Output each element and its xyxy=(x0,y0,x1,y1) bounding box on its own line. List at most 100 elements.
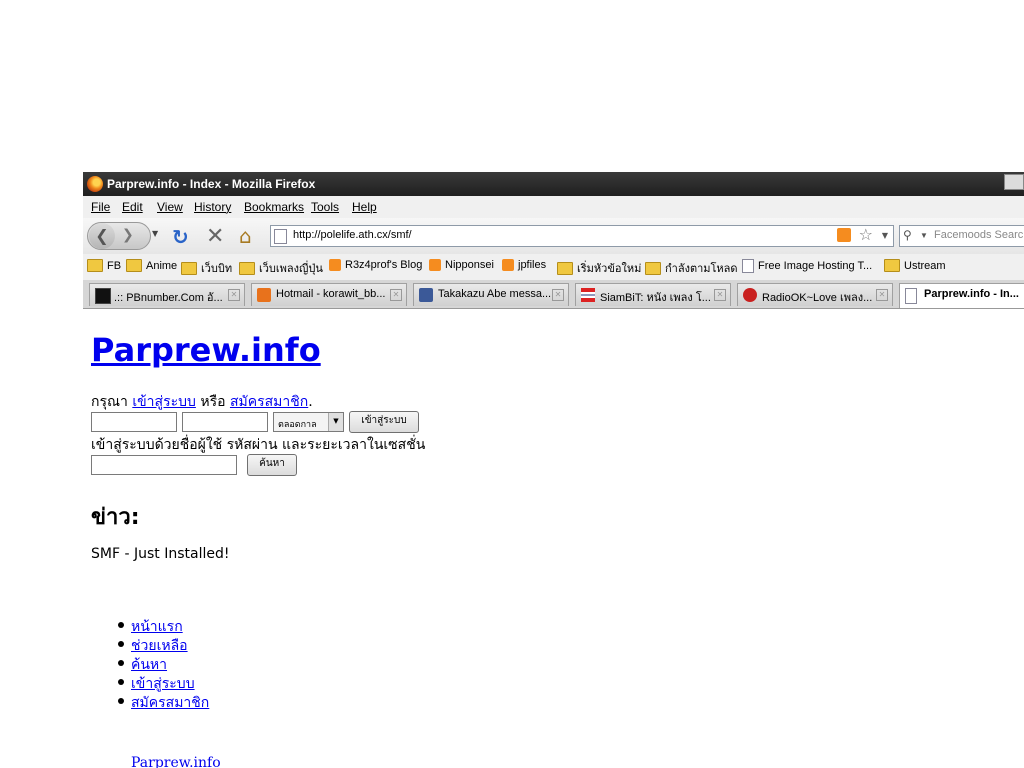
menu-view[interactable]: View xyxy=(157,200,183,214)
pbnumber-favicon-icon xyxy=(95,288,111,304)
tab-hotmail[interactable]: Hotmail - korawit_bb... ✕ xyxy=(251,283,407,306)
forward-arrow-icon[interactable]: ❯ xyxy=(122,227,134,243)
nav-register-link[interactable]: สมัครสมาชิก xyxy=(131,695,209,711)
nav-login-link[interactable]: เข้าสู่ระบบ xyxy=(131,676,195,692)
close-tab-icon[interactable]: ✕ xyxy=(714,289,726,301)
menu-tools[interactable]: Tools xyxy=(311,200,339,214)
back-arrow-icon[interactable]: ❮ xyxy=(89,223,115,249)
login-link[interactable]: เข้าสู่ระบบ xyxy=(132,394,196,410)
prompt-period: . xyxy=(308,394,313,410)
nav-search-link[interactable]: ค้นหา xyxy=(131,657,167,673)
news-heading: ข่าว: xyxy=(91,505,140,530)
radiook-favicon-icon xyxy=(743,288,757,302)
list-item: สมัครสมาชิก xyxy=(117,692,209,711)
bookmark-label: Ustream xyxy=(904,259,946,272)
window-title: Parprew.info - Index - Mozilla Firefox xyxy=(107,177,316,191)
list-item: ค้นหา xyxy=(117,654,209,673)
bookmarks-toolbar: FB Anime เว็บบิท เว็บเพลงญี่ปุ่น R3z4pro… xyxy=(83,254,1024,281)
tab-siambit[interactable]: SiamBiT: หนัง เพลง โ... ✕ xyxy=(575,283,731,306)
folder-icon xyxy=(557,261,573,275)
menu-edit[interactable]: Edit xyxy=(122,200,143,214)
hotmail-favicon-icon xyxy=(257,288,271,302)
bookmark-item[interactable]: R3z4prof's Blog xyxy=(329,259,422,271)
close-tab-icon[interactable]: ✕ xyxy=(876,289,888,301)
close-tab-icon[interactable]: ✕ xyxy=(228,289,240,301)
list-item: ช่วยเหลือ xyxy=(117,635,209,654)
bookmark-item[interactable]: เว็บบิท xyxy=(181,259,232,277)
history-dropdown-icon[interactable]: ▼ xyxy=(152,229,158,238)
bookmark-label: R3z4prof's Blog xyxy=(345,259,423,271)
thai-flag-favicon-icon xyxy=(581,288,595,302)
bookmark-label: jpfiles xyxy=(518,259,547,271)
bookmark-label: FB xyxy=(107,259,122,272)
bookmark-item[interactable]: FB xyxy=(87,259,121,272)
site-title-link[interactable]: Parprew.info xyxy=(91,331,321,369)
tab-facebook[interactable]: Takakazu Abe messa... ✕ xyxy=(413,283,569,306)
password-input[interactable] xyxy=(182,412,268,432)
close-tab-icon[interactable]: ✕ xyxy=(552,289,564,301)
page-content: Parprew.info กรุณา เข้าสู่ระบบ หรือ สมัค… xyxy=(83,309,1024,768)
search-input[interactable] xyxy=(91,455,237,475)
search-bar[interactable]: ⚲ ▼ Facemoods Search xyxy=(899,225,1024,247)
bookmark-item[interactable]: jpfiles xyxy=(502,259,546,271)
tab-pbnumber[interactable]: .:: PBnumber.Com อั... ✕ xyxy=(89,283,245,306)
bookmark-label: เว็บบิท xyxy=(201,263,233,275)
url-bar[interactable]: http://polelife.ath.cx/smf/ ☆ ▼ xyxy=(270,225,894,247)
nav-home-link[interactable]: หน้าแรก xyxy=(131,619,183,635)
search-button[interactable]: ค้นหา xyxy=(247,454,297,476)
close-tab-icon[interactable]: ✕ xyxy=(390,289,402,301)
session-length-select[interactable]: ตลอดกาล ▼ xyxy=(273,412,344,432)
rss-feed-icon[interactable] xyxy=(837,228,851,242)
firefox-window: Parprew.info - Index - Mozilla Firefox F… xyxy=(83,172,1024,768)
stop-icon[interactable]: ✕ xyxy=(206,224,224,249)
or-text: หรือ xyxy=(200,394,226,410)
rss-icon xyxy=(502,259,514,271)
reload-icon[interactable]: ↻ xyxy=(172,225,189,249)
list-item: เข้าสู่ระบบ xyxy=(117,673,209,692)
register-link[interactable]: สมัครสมาชิก xyxy=(230,394,308,410)
menu-bookmarks[interactable]: Bookmarks xyxy=(244,200,304,214)
folder-icon xyxy=(87,259,103,272)
bookmark-item[interactable]: เริ่มหัวข้อใหม่ xyxy=(557,259,641,277)
search-engine-dropdown-icon[interactable]: ▼ xyxy=(920,231,928,240)
folder-icon xyxy=(181,261,197,275)
chevron-down-icon[interactable]: ▼ xyxy=(328,413,343,431)
bookmark-star-icon[interactable]: ☆ xyxy=(859,225,873,244)
folder-icon xyxy=(239,261,255,275)
tab-label: Hotmail - korawit_bb... xyxy=(276,288,386,300)
tab-label: Parprew.info - In... xyxy=(924,288,1019,300)
firefox-logo-icon xyxy=(87,176,103,192)
bookmark-item[interactable]: เว็บเพลงญี่ปุ่น xyxy=(239,259,323,277)
bookmark-item[interactable]: Nipponsei xyxy=(429,259,494,271)
rss-icon xyxy=(329,259,341,271)
bookmark-item[interactable]: Free Image Hosting T... xyxy=(742,259,872,273)
bookmark-label: เริ่มหัวข้อใหม่ xyxy=(577,263,642,275)
username-input[interactable] xyxy=(91,412,177,432)
url-dropdown-icon[interactable]: ▼ xyxy=(882,231,888,240)
url-text[interactable]: http://polelife.ath.cx/smf/ xyxy=(293,229,412,241)
list-item: หน้าแรก xyxy=(117,616,209,635)
folder-icon xyxy=(645,261,661,275)
footer-site-link[interactable]: Parprew.info xyxy=(131,755,221,768)
facebook-favicon-icon xyxy=(419,288,433,302)
menu-help[interactable]: Help xyxy=(352,200,377,214)
tab-label: .:: PBnumber.Com อั... xyxy=(114,292,223,304)
tab-strip: .:: PBnumber.Com อั... ✕ Hotmail - koraw… xyxy=(83,280,1024,309)
bookmark-item[interactable]: Anime xyxy=(126,259,177,272)
window-control-button[interactable] xyxy=(1004,174,1024,190)
back-forward-group: ❮ ❯ xyxy=(87,222,151,250)
menu-history[interactable]: History xyxy=(194,200,231,214)
menu-bar: File Edit View History Bookmarks Tools H… xyxy=(83,196,1024,218)
tab-parprew[interactable]: Parprew.info - In... xyxy=(899,283,1024,308)
nav-help-link[interactable]: ช่วยเหลือ xyxy=(131,638,188,654)
bookmark-item[interactable]: Ustream xyxy=(884,259,946,272)
tab-radiook[interactable]: RadioOK~Love เพลง... ✕ xyxy=(737,283,893,306)
main-nav-list: หน้าแรก ช่วยเหลือ ค้นหา เข้าสู่ระบบ สมัค… xyxy=(117,616,209,711)
rss-icon xyxy=(429,259,441,271)
bookmark-item[interactable]: กำลังตามโหลด xyxy=(645,259,738,277)
menu-file[interactable]: File xyxy=(91,200,110,214)
home-icon[interactable]: ⌂ xyxy=(239,224,252,248)
search-engine-icon[interactable]: ⚲ xyxy=(903,228,912,242)
login-button[interactable]: เข้าสู่ระบบ xyxy=(349,411,419,433)
tab-label: Takakazu Abe messa... xyxy=(438,288,552,300)
